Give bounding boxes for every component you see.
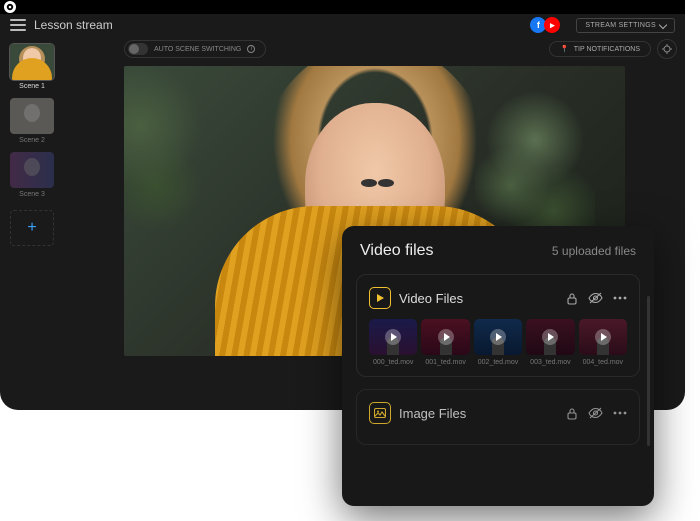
scenes-sidebar: Scene 1 Scene 2 Scene 3 +: [0, 36, 64, 410]
lock-icon[interactable]: [566, 407, 578, 420]
scene-label: Scene 1: [19, 83, 45, 90]
panel-scrollbar[interactable]: [647, 296, 650, 446]
video-card-title: Video Files: [399, 291, 558, 306]
visibility-off-icon[interactable]: [588, 292, 603, 304]
scene-thumb-2[interactable]: Scene 2: [10, 98, 54, 144]
tip-notifications-button[interactable]: 📍 TIP NOTIFICATIONS: [549, 41, 651, 57]
video-filename: 000_ted.mov: [373, 359, 413, 366]
scene-thumb-3[interactable]: Scene 3: [10, 152, 54, 198]
video-thumb[interactable]: 004_ted.mov: [579, 319, 627, 366]
titlebar: [0, 0, 685, 14]
preview-toolbar: AUTO SCENE SWITCHING i 📍 TIP NOTIFICATIO…: [64, 36, 685, 62]
scene-thumb-1[interactable]: Scene 1: [10, 44, 54, 90]
lock-icon[interactable]: [566, 292, 578, 305]
pin-icon: 📍: [560, 45, 569, 53]
play-icon: [542, 329, 558, 345]
topbar: Lesson stream f ▸ STREAM SETTINGS: [0, 14, 685, 36]
theme-toggle-button[interactable]: [657, 39, 677, 59]
stream-settings-button[interactable]: STREAM SETTINGS: [576, 18, 675, 33]
play-icon: [438, 329, 454, 345]
stream-settings-label: STREAM SETTINGS: [585, 22, 656, 29]
video-thumb[interactable]: 003_ted.mov: [526, 319, 574, 366]
more-icon[interactable]: [613, 296, 627, 300]
panel-title: Video files: [360, 242, 434, 260]
video-files-panel: Video files 5 uploaded files Video Files: [342, 226, 654, 506]
scene-label: Scene 2: [19, 137, 45, 144]
image-card-icon: [369, 402, 391, 424]
image-card-title: Image Files: [399, 406, 558, 421]
scene-label: Scene 3: [19, 191, 45, 198]
video-filename: 003_ted.mov: [530, 359, 570, 366]
video-thumb[interactable]: 002_ted.mov: [474, 319, 522, 366]
app-logo-icon: [4, 1, 16, 13]
chevron-down-icon: [659, 21, 667, 29]
page-title: Lesson stream: [34, 18, 522, 32]
video-thumbnail-row: 000_ted.mov 001_ted.mov 002_ted.mov 003_…: [369, 319, 627, 366]
video-files-card: Video Files 000_ted.mov 001_ted.mo: [356, 274, 640, 377]
video-filename: 001_ted.mov: [425, 359, 465, 366]
video-card-icon: [369, 287, 391, 309]
video-thumb[interactable]: 001_ted.mov: [421, 319, 469, 366]
visibility-off-icon[interactable]: [588, 407, 603, 419]
video-thumb[interactable]: 000_ted.mov: [369, 319, 417, 366]
toggle-switch-icon: [128, 43, 148, 55]
youtube-icon[interactable]: ▸: [544, 17, 560, 33]
tip-label: TIP NOTIFICATIONS: [574, 46, 640, 53]
image-files-card: Image Files: [356, 389, 640, 445]
video-filename: 002_ted.mov: [478, 359, 518, 366]
video-filename: 004_ted.mov: [583, 359, 623, 366]
social-destinations: f ▸: [530, 17, 560, 33]
menu-icon[interactable]: [10, 19, 26, 31]
auto-scene-label: AUTO SCENE SWITCHING: [154, 46, 241, 53]
panel-subtitle: 5 uploaded files: [552, 244, 636, 258]
more-icon[interactable]: [613, 411, 627, 415]
add-scene-button[interactable]: +: [10, 210, 54, 246]
play-icon: [490, 329, 506, 345]
auto-scene-toggle[interactable]: AUTO SCENE SWITCHING i: [124, 40, 266, 58]
play-icon: [595, 329, 611, 345]
info-icon[interactable]: i: [247, 45, 255, 53]
play-icon: [385, 329, 401, 345]
